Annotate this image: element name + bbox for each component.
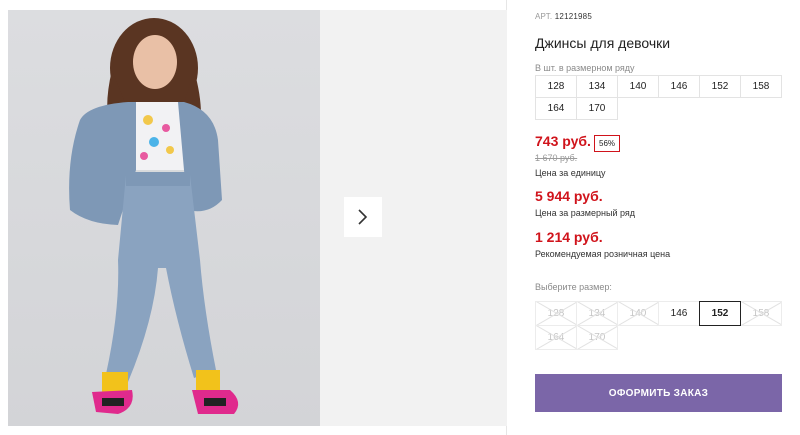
size-row-cell: 164 (535, 97, 577, 120)
product-info-panel: АРТ. 12121985 Джинсы для девочки В шт. в… (535, 0, 795, 435)
size-row-cell: 128 (535, 75, 577, 98)
gallery-next-button[interactable] (344, 197, 382, 237)
girl-in-jeans-image (69, 18, 239, 414)
size-row-grid: 128 134 140 146 152 158 164 170 (535, 75, 787, 120)
rrp-price: 1 214 руб. (535, 229, 603, 245)
size-row-cell: 140 (617, 75, 659, 98)
sku-line: АРТ. 12121985 (535, 12, 592, 21)
rrp-price-note: Рекомендуемая розничная цена (535, 249, 671, 259)
size-row-cell: 146 (658, 75, 700, 98)
size-option-140: 140 (617, 301, 659, 326)
size-row-cell: 170 (576, 97, 618, 120)
size-option-134: 134 (576, 301, 618, 326)
product-gallery (0, 0, 507, 435)
place-order-button[interactable]: ОФОРМИТЬ ЗАКАЗ (535, 374, 782, 412)
size-row-cell: 158 (740, 75, 782, 98)
size-row-price: 5 944 руб. (535, 188, 603, 204)
size-option-164: 164 (535, 325, 577, 350)
size-picker: 128 134 140 146 152 158 164 170 (535, 301, 795, 350)
unit-price: 743 руб. (535, 133, 591, 149)
sku-value: 12121985 (554, 12, 592, 21)
product-photo[interactable] (8, 10, 320, 426)
size-row-price-note: Цена за размерный ряд (535, 208, 636, 218)
sku-label: АРТ. (535, 12, 553, 21)
size-option-128: 128 (535, 301, 577, 326)
size-option-152[interactable]: 152 (699, 301, 741, 326)
size-row-cell: 152 (699, 75, 741, 98)
discount-badge: 56% (594, 135, 621, 152)
product-title: Джинсы для девочки (535, 35, 671, 51)
size-option-158: 158 (740, 301, 782, 326)
size-row-label: В шт. в размерном ряду (535, 63, 635, 73)
size-picker-label: Выберите размер: (535, 282, 612, 292)
unit-price-note: Цена за единицу (535, 168, 606, 178)
size-option-170: 170 (576, 325, 618, 350)
old-price: 1 670 руб. (535, 153, 578, 163)
size-option-146[interactable]: 146 (658, 301, 700, 326)
size-row-cell: 134 (576, 75, 618, 98)
chevron-right-icon (358, 209, 368, 225)
